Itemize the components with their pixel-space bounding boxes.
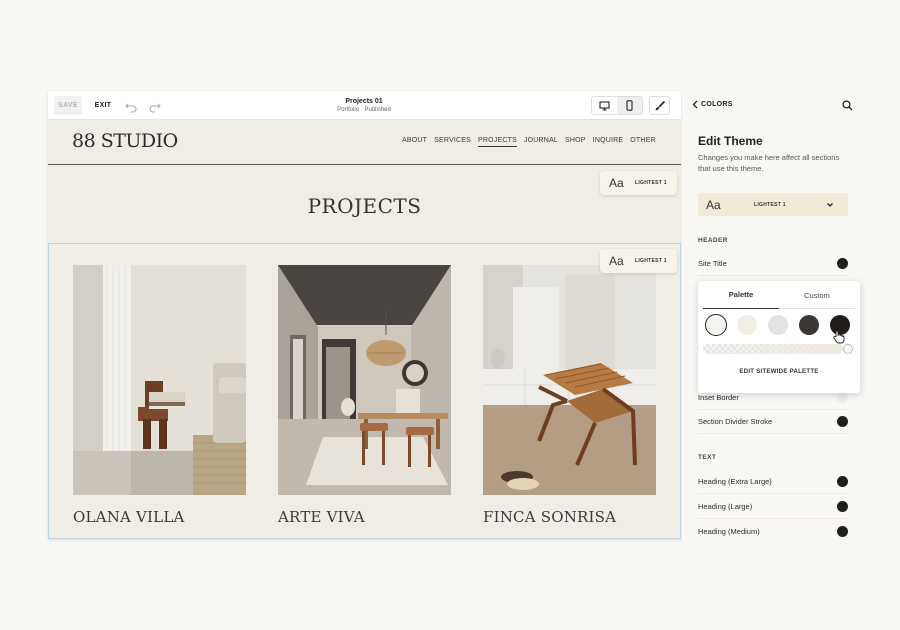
back-label: COLORS	[701, 101, 733, 108]
nav-item-journal[interactable]: JOURNAL	[524, 137, 558, 147]
exit-button[interactable]: EXIT	[92, 96, 114, 115]
color-row-site-title[interactable]: Site Title	[698, 252, 848, 276]
chip-aa: Aa	[609, 176, 624, 190]
page-status: Portfolio · Published	[337, 107, 391, 113]
site-logo[interactable]: 88 STUDIO	[72, 130, 178, 152]
page-info[interactable]: Projects 01 Portfolio · Published	[288, 97, 440, 115]
row-label: Heading (Extra Large)	[698, 477, 772, 486]
swatch-light-3[interactable]	[768, 315, 788, 335]
color-dot[interactable]	[837, 476, 848, 487]
project-gallery[interactable]: OLANA VILLA ARTE VIVA FINCA SONRISA	[48, 243, 681, 539]
swatch-light-2[interactable]	[737, 315, 757, 335]
color-dot[interactable]	[837, 525, 848, 537]
theme-select[interactable]: Aa LIGHTEST 1	[698, 193, 848, 216]
project-image-olana-villa	[73, 265, 246, 495]
page-title: Projects 01	[345, 98, 383, 105]
palette-swatches	[704, 314, 854, 337]
projects-heading[interactable]: PROJECTS	[48, 194, 681, 218]
tab-custom[interactable]: Custom	[779, 281, 855, 309]
theme-select-aa: Aa	[706, 197, 721, 212]
mobile-icon	[626, 100, 633, 111]
nav-item-shop[interactable]: SHOP	[565, 137, 586, 147]
desktop-view-button[interactable]	[592, 97, 617, 114]
row-label: Site Title	[698, 259, 727, 268]
project-title[interactable]: OLANA VILLA	[73, 508, 185, 526]
nav-item-other[interactable]: OTHER	[630, 137, 656, 147]
project-card[interactable]: OLANA VILLA	[73, 265, 246, 526]
site-header[interactable]: 88 STUDIO ABOUT SERVICES PROJECTS JOURNA…	[48, 120, 681, 165]
project-title[interactable]: FINCA SONRISA	[483, 508, 616, 526]
save-button[interactable]: SAVE	[54, 96, 82, 115]
nav-item-services[interactable]: SERVICES	[434, 137, 471, 147]
project-title[interactable]: ARTE VIVA	[278, 508, 365, 526]
undo-icon[interactable]	[124, 99, 138, 113]
row-label: Section Divider Stroke	[698, 417, 773, 426]
chevron-left-icon	[692, 100, 698, 109]
swatch-dark-4[interactable]	[799, 315, 819, 335]
design-button[interactable]	[649, 96, 670, 115]
color-dot[interactable]	[837, 416, 848, 427]
mobile-view-button[interactable]	[617, 97, 642, 114]
edit-theme-title: Edit Theme	[698, 134, 763, 148]
row-label: Inset Border	[698, 393, 739, 402]
color-dot[interactable]	[837, 258, 848, 269]
project-image-finca-sonrisa	[483, 265, 656, 495]
nav-item-projects[interactable]: PROJECTS	[478, 137, 517, 147]
color-row-heading-xl[interactable]: Heading (Extra Large)	[698, 470, 848, 494]
color-row-heading-l[interactable]: Heading (Large)	[698, 495, 848, 519]
chip-label: LIGHTEST 1	[635, 180, 667, 186]
edit-sitewide-palette-button[interactable]: EDIT SITEWIDE PALETTE	[698, 369, 860, 375]
chevron-down-icon	[827, 202, 833, 207]
color-dot[interactable]	[837, 501, 848, 512]
edit-theme-description: Changes you make here affect all section…	[698, 153, 840, 173]
project-card[interactable]: ARTE VIVA	[278, 265, 451, 526]
color-row-heading-m[interactable]: Heading (Medium)	[698, 519, 848, 541]
back-button[interactable]: COLORS	[692, 100, 733, 109]
desktop-icon	[599, 100, 610, 111]
text-section-label: TEXT	[698, 454, 717, 461]
search-icon[interactable]	[842, 100, 853, 111]
opacity-slider-handle[interactable]	[843, 344, 853, 354]
theme-select-label: LIGHTEST 1	[754, 201, 786, 208]
device-toggle	[591, 96, 643, 115]
header-section-label: HEADER	[698, 237, 728, 244]
tab-palette[interactable]: Palette	[703, 281, 779, 309]
project-image-arte-viva	[278, 265, 451, 495]
site-editor: SAVE EXIT Projects 01 Portfolio · Publis…	[48, 91, 681, 539]
color-row-section-divider[interactable]: Section Divider Stroke	[698, 410, 848, 434]
color-dot[interactable]	[837, 392, 848, 403]
row-label: Heading (Medium)	[698, 526, 760, 536]
project-card[interactable]: FINCA SONRISA	[483, 265, 656, 526]
editor-toolbar: SAVE EXIT Projects 01 Portfolio · Publis…	[48, 91, 681, 120]
opacity-slider[interactable]	[703, 344, 843, 354]
hand-cursor-icon	[833, 330, 845, 344]
chip-label: LIGHTEST 1	[635, 258, 667, 264]
popover-tabs: Palette Custom	[703, 281, 855, 309]
chip-aa: Aa	[609, 254, 624, 268]
nav-item-inquire[interactable]: INQUIRE	[593, 137, 624, 147]
section-theme-chip[interactable]: Aa LIGHTEST 1	[600, 171, 677, 195]
paintbrush-icon	[655, 100, 665, 110]
nav-item-about[interactable]: ABOUT	[402, 137, 427, 147]
redo-icon[interactable]	[148, 99, 162, 113]
panel-top-bar: COLORS	[682, 91, 862, 119]
swatch-lightest-1[interactable]	[705, 314, 727, 336]
section-theme-chip[interactable]: Aa LIGHTEST 1	[600, 249, 677, 273]
row-label: Heading (Large)	[698, 502, 753, 511]
projects-title-section[interactable]: PROJECTS	[48, 166, 681, 243]
site-nav: ABOUT SERVICES PROJECTS JOURNAL SHOP INQ…	[402, 137, 656, 147]
